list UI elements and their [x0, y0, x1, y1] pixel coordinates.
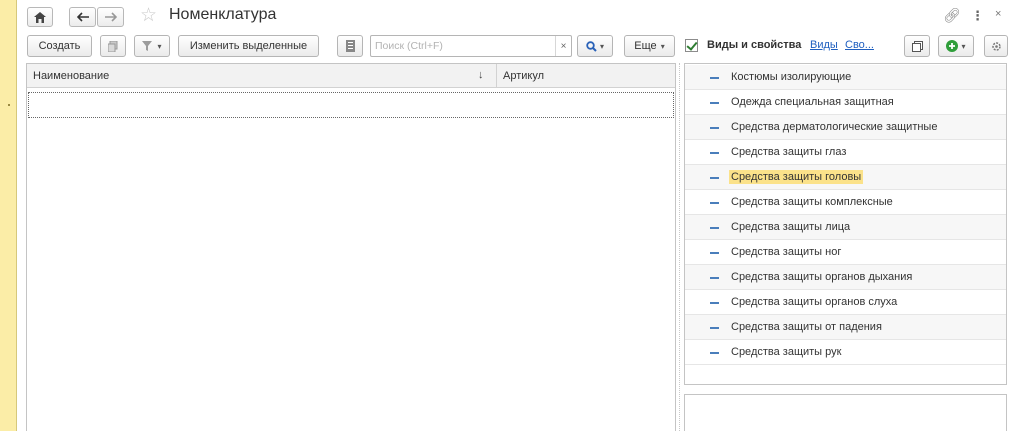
list-item-label: Средства защиты органов слуха — [731, 296, 898, 308]
types-link[interactable]: Виды — [810, 39, 838, 51]
types-properties-checkbox[interactable] — [685, 39, 698, 52]
chevron-down-icon: ▾ — [599, 41, 604, 51]
list-item-label: Одежда специальная защитная — [731, 96, 894, 108]
table-row-focused-empty[interactable] — [28, 92, 674, 118]
left-panel-strip — [0, 0, 17, 431]
list-item-selected[interactable]: Средства защиты головы — [685, 165, 1006, 190]
dash-icon — [710, 202, 719, 204]
panel-splitter[interactable] — [679, 63, 680, 431]
change-selected-button[interactable]: Изменить выделенные — [178, 35, 319, 57]
dash-icon — [710, 302, 719, 304]
properties-link[interactable]: Сво... — [845, 39, 874, 51]
filter-button[interactable]: ▾ — [134, 35, 170, 57]
more-vertical-icon[interactable]: ⋮ — [971, 8, 984, 24]
list-item-label: Средства защиты от падения — [731, 321, 882, 333]
dash-icon — [710, 177, 719, 179]
search-input[interactable]: Поиск (Ctrl+F) × — [370, 35, 572, 57]
strip-dot — [8, 104, 10, 106]
dash-icon — [710, 127, 719, 129]
dash-icon — [710, 252, 719, 254]
list-item[interactable]: Средства защиты рук — [685, 340, 1006, 365]
list-item[interactable]: Средства защиты органов дыхания — [685, 265, 1006, 290]
chevron-down-icon: ▾ — [157, 41, 162, 51]
list-item[interactable]: Средства защиты лица — [685, 215, 1006, 240]
copy-icon — [108, 40, 118, 52]
plus-circle-icon — [946, 40, 959, 52]
dash-icon — [710, 77, 719, 79]
list-item-label: Средства защиты лица — [731, 221, 851, 233]
home-button[interactable] — [27, 7, 53, 27]
title-bar: ☆ Номенклатура 🔗︎ ⋮ × — [27, 5, 1017, 29]
page-title: Номенклатура — [169, 6, 277, 23]
list-item[interactable]: Средства защиты органов слуха — [685, 290, 1006, 315]
types-properties-title: Виды и свойства — [707, 39, 802, 51]
list-item[interactable]: Средства защиты от падения — [685, 315, 1006, 340]
nomenclature-table[interactable]: Наименование ↓ Артикул — [26, 63, 676, 431]
more-button[interactable]: Еще ▾ — [624, 35, 675, 57]
column-divider[interactable] — [496, 64, 497, 88]
properties-panel[interactable] — [684, 394, 1007, 431]
gear-icon — [991, 41, 1001, 51]
column-header-name[interactable]: Наименование — [33, 70, 109, 82]
create-button[interactable]: Создать — [27, 35, 92, 57]
star-icon[interactable]: ☆ — [140, 5, 157, 27]
link-icon[interactable]: 🔗︎ — [943, 7, 961, 24]
list-item-label: Средства защиты ног — [731, 246, 842, 258]
home-icon — [34, 11, 46, 23]
arrow-left-icon — [76, 12, 89, 22]
arrow-right-icon — [104, 12, 117, 22]
forward-button[interactable] — [97, 7, 124, 27]
list-icon — [345, 40, 355, 52]
dash-icon — [710, 327, 719, 329]
search-placeholder: Поиск (Ctrl+F) — [375, 40, 443, 52]
copy-button[interactable] — [100, 35, 126, 57]
dash-icon — [710, 352, 719, 354]
list-item-label: Средства дерматологические защитные — [731, 121, 938, 133]
list-item-label: Костюмы изолирующие — [731, 71, 852, 83]
dash-icon — [710, 277, 719, 279]
list-item[interactable]: Одежда специальная защитная — [685, 90, 1006, 115]
list-item[interactable]: Костюмы изолирующие — [685, 65, 1006, 90]
sort-arrow-icon: ↓ — [478, 69, 484, 81]
chevron-down-icon: ▾ — [660, 41, 665, 51]
windows-icon — [911, 40, 923, 52]
list-item[interactable]: Средства дерматологические защитные — [685, 115, 1006, 140]
list-item-label: Средства защиты рук — [731, 346, 842, 358]
list-item-label: Средства защиты комплексные — [731, 196, 893, 208]
dash-icon — [710, 227, 719, 229]
clear-search-icon[interactable]: × — [555, 36, 571, 56]
column-header-article[interactable]: Артикул — [503, 70, 544, 82]
list-item-label: Средства защиты головы — [729, 170, 864, 184]
types-properties-header: Виды и свойства Виды Сво... ▾ — [685, 35, 1020, 57]
dash-icon — [710, 152, 719, 154]
list-item-label: Средства защиты органов дыхания — [731, 271, 913, 283]
more-label: Еще — [634, 40, 657, 52]
toolbar: Создать ▾ Изменить выделенные Поиск (Ctr… — [27, 35, 677, 57]
window-button[interactable] — [904, 35, 930, 57]
add-button[interactable]: ▾ — [938, 35, 974, 57]
close-icon[interactable]: × — [995, 8, 1001, 20]
types-tree[interactable]: Костюмы изолирующие Одежда специальная з… — [684, 63, 1007, 385]
filter-icon — [142, 41, 153, 51]
table-header: Наименование ↓ Артикул — [27, 64, 675, 88]
settings-button[interactable] — [984, 35, 1008, 57]
dash-icon — [710, 102, 719, 104]
list-item[interactable]: Средства защиты глаз — [685, 140, 1006, 165]
list-settings-button[interactable] — [337, 35, 363, 57]
list-item[interactable]: Средства защиты комплексные — [685, 190, 1006, 215]
list-item[interactable]: Средства защиты ног — [685, 240, 1006, 265]
back-button[interactable] — [69, 7, 96, 27]
search-icon — [586, 40, 597, 52]
search-button[interactable]: ▾ — [577, 35, 613, 57]
list-item-label: Средства защиты глаз — [731, 146, 847, 158]
chevron-down-icon: ▾ — [961, 41, 966, 51]
